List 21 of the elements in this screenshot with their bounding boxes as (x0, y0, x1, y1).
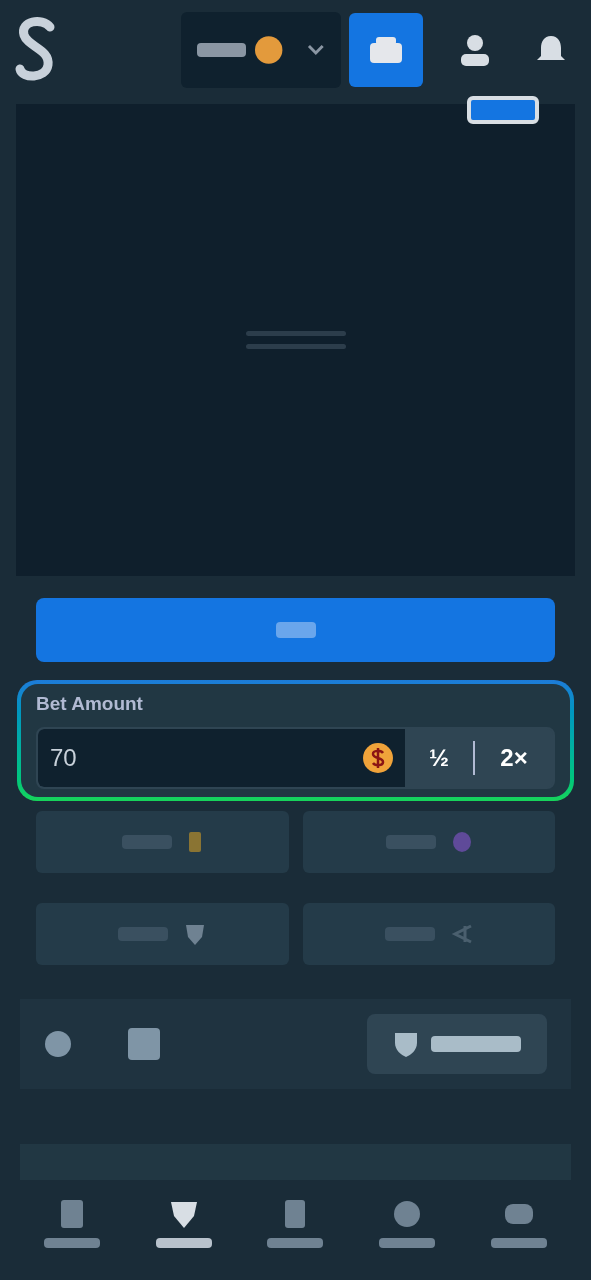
settings-icon[interactable] (44, 1029, 72, 1058)
user-icon[interactable] (459, 34, 491, 66)
blurred-label (155, 1237, 212, 1248)
balance-selector[interactable] (181, 12, 341, 88)
blurred-label (379, 1237, 436, 1248)
hand-icon (451, 830, 472, 853)
blurred-label (267, 1237, 324, 1248)
blurred-label (491, 1237, 548, 1248)
arrow-icon (450, 922, 473, 945)
fairness-button[interactable] (367, 1013, 547, 1074)
blurred-label (43, 1237, 100, 1248)
blurred-label (197, 43, 246, 57)
bet-amount-label: Bet Amount (36, 692, 144, 716)
card-icon (188, 830, 203, 853)
blurred-label (275, 622, 316, 638)
coin-icon (254, 35, 284, 65)
wallet-icon (370, 37, 402, 63)
wallet-button[interactable] (349, 13, 423, 87)
chevron-icon (307, 44, 325, 56)
chart-icon[interactable] (128, 1027, 160, 1060)
card-slot (467, 96, 539, 124)
